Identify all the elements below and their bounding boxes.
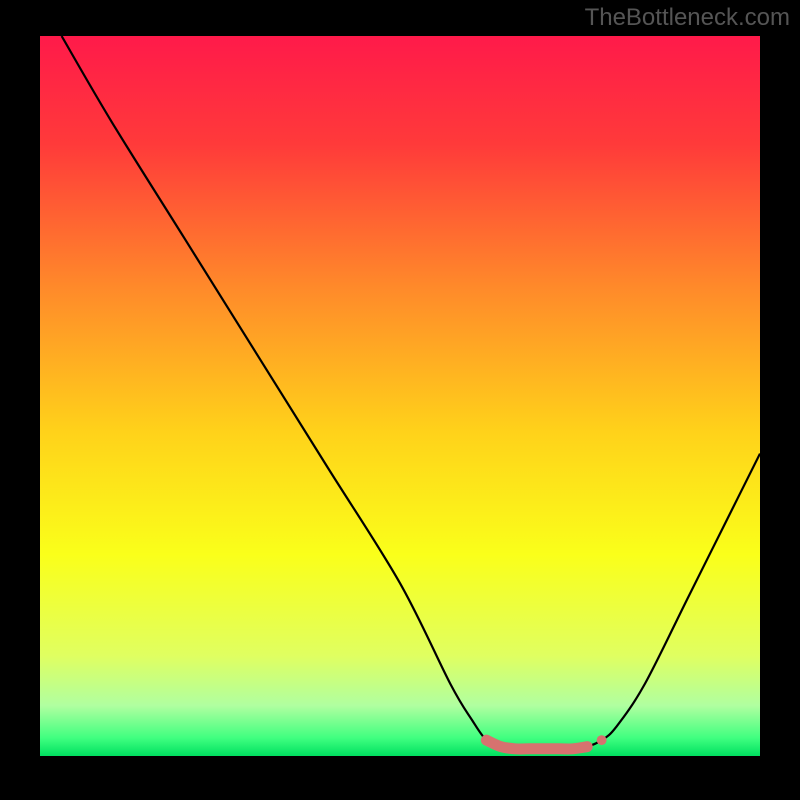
chart-svg bbox=[40, 36, 760, 756]
highlight-end-dot bbox=[597, 735, 607, 745]
watermark-text: TheBottleneck.com bbox=[585, 4, 790, 32]
chart-plot-area bbox=[40, 36, 760, 756]
chart-background bbox=[40, 36, 760, 756]
